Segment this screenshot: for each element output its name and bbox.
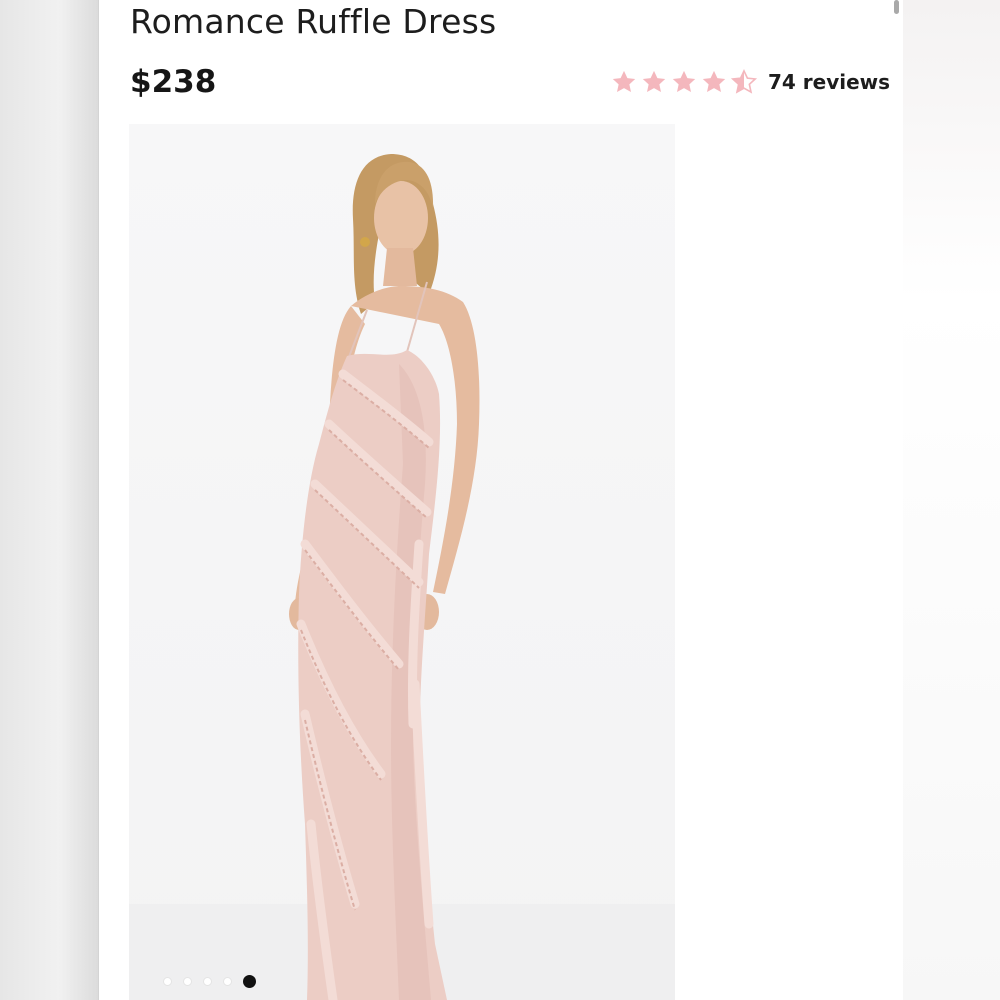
- star-icon: [612, 70, 636, 93]
- product-image-carousel[interactable]: [129, 124, 675, 1000]
- half-star-icon: [730, 68, 758, 94]
- star-icon: [702, 70, 726, 93]
- carousel-dot[interactable]: [223, 977, 232, 986]
- carousel-dots: [163, 975, 256, 988]
- product-photo: [129, 154, 675, 1000]
- carousel-dot[interactable]: [163, 977, 172, 986]
- reviews-link[interactable]: 74 reviews: [768, 70, 890, 94]
- right-background: [903, 0, 1000, 1000]
- carousel-dot-active[interactable]: [243, 975, 256, 988]
- scrollbar[interactable]: [894, 0, 899, 14]
- product-panel: Romance Ruffle Dress $238 74 reviews: [98, 0, 903, 1000]
- product-price: $238: [130, 64, 217, 100]
- carousel-dot[interactable]: [183, 977, 192, 986]
- star-icon: [642, 70, 666, 93]
- rating-summary[interactable]: 74 reviews: [610, 66, 890, 98]
- product-title: Romance Ruffle Dress: [130, 2, 497, 41]
- star-icon: [672, 70, 696, 93]
- star-rating: [610, 68, 758, 96]
- left-background: [0, 0, 98, 1000]
- carousel-dot[interactable]: [203, 977, 212, 986]
